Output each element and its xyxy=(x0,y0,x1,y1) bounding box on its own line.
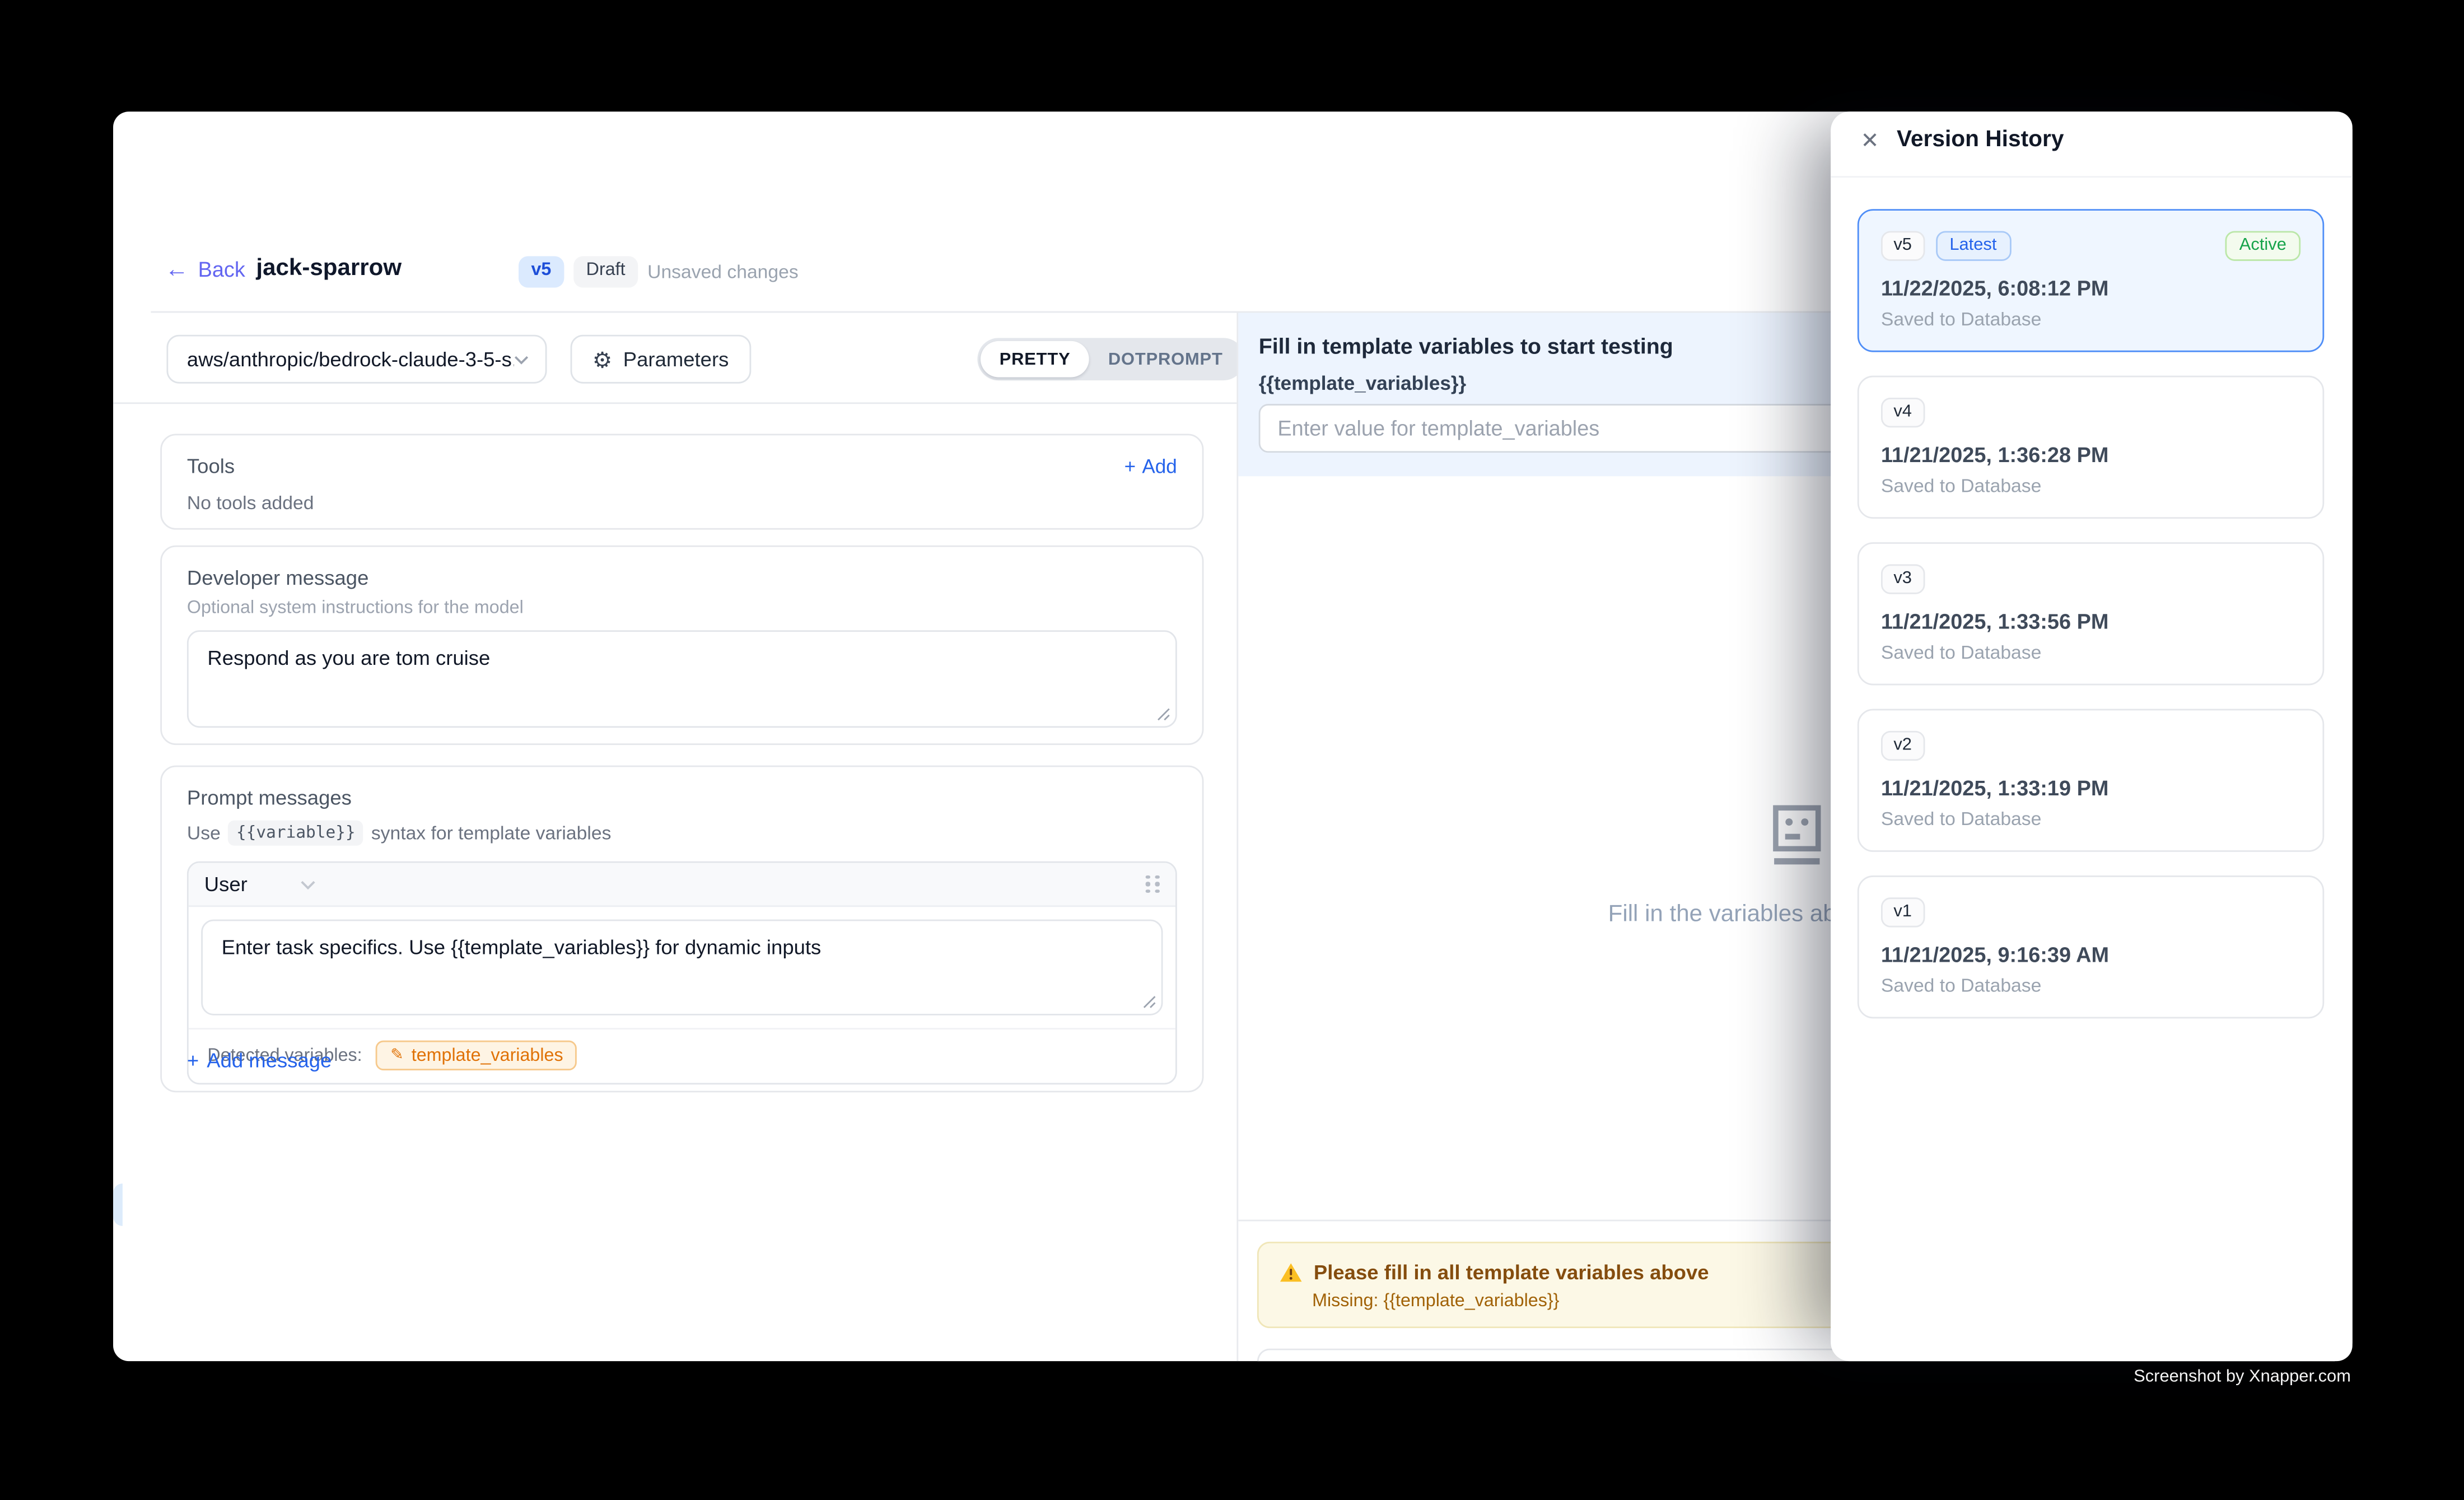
message-block: User Enter task specifics. Use {{templat… xyxy=(187,861,1177,1084)
role-select-value: User xyxy=(204,872,248,896)
version-timestamp: 11/21/2025, 1:33:19 PM xyxy=(1881,776,2300,800)
version-timestamp: 11/21/2025, 1:33:56 PM xyxy=(1881,610,2300,633)
add-tool-button[interactable]: + Add xyxy=(1124,455,1177,477)
screenshot-stage: ← Back jack-sparrow v5 Draft Unsaved cha… xyxy=(0,0,2464,1499)
version-number-badge: v5 xyxy=(1881,231,1925,260)
version-history-panel: ✕ Version History v5 Latest Active 11/22/20… xyxy=(1831,111,2353,1361)
developer-message-card: Developer message Optional system instru… xyxy=(160,546,1203,745)
draft-badge: Draft xyxy=(573,256,638,287)
version-card-v1[interactable]: v1 11/21/2025, 9:16:39 AM Saved to Databas… xyxy=(1858,875,2324,1018)
version-card-v2[interactable]: v2 11/21/2025, 1:33:19 PM Saved to Databas… xyxy=(1858,709,2324,852)
version-badges-row: v2 xyxy=(1881,731,2300,761)
close-icon[interactable]: ✕ xyxy=(1860,127,1879,154)
plus-icon: + xyxy=(1124,455,1136,477)
model-select-value: aws/anthropic/bedrock-claude-3-5-s... xyxy=(187,347,515,371)
version-history-title: Version History xyxy=(1897,127,2064,152)
version-number-badge: v4 xyxy=(1881,398,1925,427)
gear-icon: ⚙ xyxy=(592,348,612,370)
version-status: Saved to Database xyxy=(1881,474,2300,496)
developer-message-subtitle: Optional system instructions for the mod… xyxy=(187,599,1177,618)
version-status: Saved to Database xyxy=(1881,975,2300,996)
hint-suffix: syntax for template variables xyxy=(371,822,612,844)
version-number-badge: v1 xyxy=(1881,897,1925,927)
latest-badge: Latest xyxy=(1935,231,2011,260)
back-label: Back xyxy=(198,258,245,281)
hint-prefix: Use xyxy=(187,822,221,844)
version-history-list: v5 Latest Active 11/22/2025, 6:08:12 PM Save… xyxy=(1858,209,2324,1018)
message-body: Enter task specifics. Use {{template_var… xyxy=(189,907,1175,1028)
version-badges-row: v5 Latest Active xyxy=(1881,231,2300,260)
chevron-down-icon xyxy=(301,879,316,889)
detected-variable-name: template_variables xyxy=(412,1046,563,1065)
message-footer: Detected variables: ✎ template_variables xyxy=(189,1028,1175,1083)
version-badges-row: v4 xyxy=(1881,398,2300,427)
developer-message-title: Developer message xyxy=(187,566,1177,589)
detected-variable-chip[interactable]: ✎ template_variables xyxy=(376,1041,577,1070)
version-timestamp: 11/21/2025, 1:36:28 PM xyxy=(1881,443,2300,467)
prompt-messages-hint: Use {{variable}} syntax for template var… xyxy=(187,821,1177,846)
page-title: jack-sparrow xyxy=(256,255,402,282)
chevron-down-icon xyxy=(515,355,530,364)
role-select[interactable]: User xyxy=(204,872,317,896)
drag-handle-icon[interactable] xyxy=(1146,875,1160,893)
pencil-icon: ✎ xyxy=(390,1047,404,1063)
resize-handle-icon[interactable] xyxy=(1142,995,1156,1009)
tools-title: Tools xyxy=(187,454,235,478)
message-textarea[interactable]: Enter task specifics. Use {{template_var… xyxy=(203,921,1161,1014)
tools-empty-text: No tools added xyxy=(187,492,1177,514)
version-badges-row: v1 xyxy=(1881,897,2300,927)
version-number-badge: v2 xyxy=(1881,731,1925,761)
resize-handle-icon[interactable] xyxy=(1156,707,1170,721)
bot-icon xyxy=(1772,805,1821,868)
view-mode-toggle: PRETTY DOTPROMPT xyxy=(977,338,1245,380)
banner-title: Fill in template variables to start test… xyxy=(1259,333,1673,358)
parameters-label: Parameters xyxy=(623,347,729,371)
add-message-label: Add message xyxy=(207,1049,332,1072)
version-timestamp: 11/22/2025, 6:08:12 PM xyxy=(1881,277,2300,300)
toggle-pretty[interactable]: PRETTY xyxy=(981,341,1089,378)
message-header: User xyxy=(189,863,1175,907)
editor-toolbar: aws/anthropic/bedrock-claude-3-5-s... ⚙ … xyxy=(113,313,1236,404)
tools-card: Tools + Add No tools added xyxy=(160,434,1203,529)
prompt-messages-card: Prompt messages Use {{variable}} syntax … xyxy=(160,766,1203,1093)
version-history-divider xyxy=(1831,176,2353,178)
editor-column: aws/anthropic/bedrock-claude-3-5-s... ⚙ … xyxy=(113,313,1236,1361)
developer-message-textarea[interactable]: Respond as you are tom cruise xyxy=(189,632,1175,726)
version-badges-row: v3 xyxy=(1881,564,2300,594)
add-tool-label: Add xyxy=(1142,455,1177,477)
prompt-messages-title: Prompt messages xyxy=(187,786,1177,809)
edge-notch xyxy=(113,1184,123,1226)
active-badge: Active xyxy=(2225,231,2301,260)
warning-icon xyxy=(1279,1262,1303,1282)
parameters-button[interactable]: ⚙ Parameters xyxy=(571,335,751,384)
back-arrow-icon: ← xyxy=(165,258,189,281)
watermark: Screenshot by Xnapper.com xyxy=(2134,1367,2351,1386)
version-card-v3[interactable]: v3 11/21/2025, 1:33:56 PM Saved to Databas… xyxy=(1858,542,2324,685)
version-status: Saved to Database xyxy=(1881,641,2300,663)
add-message-button[interactable]: + Add message xyxy=(187,1049,332,1072)
version-number-badge: v3 xyxy=(1881,564,1925,594)
version-timestamp: 11/21/2025, 9:16:39 AM xyxy=(1881,943,2300,967)
variable-syntax-chip: {{variable}} xyxy=(228,821,363,846)
warning-title: Please fill in all template variables ab… xyxy=(1314,1261,1709,1284)
toggle-dotprompt[interactable]: DOTPROMPT xyxy=(1089,341,1242,378)
plus-icon: + xyxy=(187,1049,199,1072)
unsaved-changes-label: Unsaved changes xyxy=(647,261,799,283)
version-status: Saved to Database xyxy=(1881,308,2300,330)
version-card-v4[interactable]: v4 11/21/2025, 1:36:28 PM Saved to Databas… xyxy=(1858,376,2324,519)
version-status: Saved to Database xyxy=(1881,808,2300,830)
version-badge: v5 xyxy=(519,256,564,287)
back-button[interactable]: ← Back xyxy=(165,258,245,281)
template-variable-label: {{template_variables}} xyxy=(1259,372,1466,394)
version-card-v5[interactable]: v5 Latest Active 11/22/2025, 6:08:12 PM Save… xyxy=(1858,209,2324,352)
model-select[interactable]: aws/anthropic/bedrock-claude-3-5-s... xyxy=(166,335,547,384)
